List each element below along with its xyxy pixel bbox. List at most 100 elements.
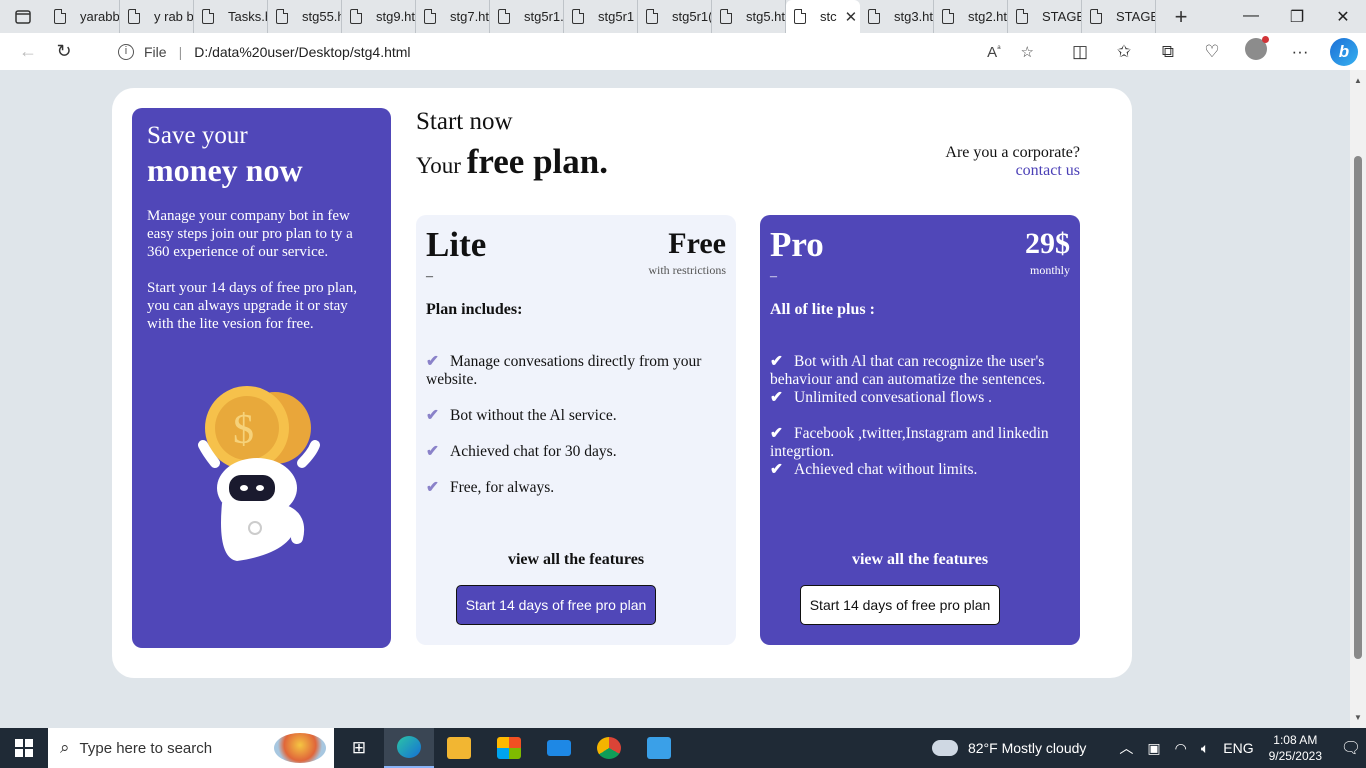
plan-includes-heading: All of lite plus : [770, 301, 875, 318]
search-highlight-image [274, 733, 326, 763]
chevron-up-icon[interactable]: ︿ [1119, 738, 1133, 758]
taskbar-search[interactable]: ⌕ Type here to search [48, 728, 334, 768]
plan-includes-heading: Plan includes: [426, 301, 523, 318]
weather-widget[interactable]: 82°F Mostly cloudy [931, 733, 1086, 756]
plan-divider: – [426, 269, 433, 284]
tab-label: STAGE [1116, 9, 1155, 24]
browser-tab[interactable]: STAGE [1082, 0, 1156, 33]
browser-tab[interactable]: stg5r1. [490, 0, 564, 33]
feature-text: Facebook ,twitter,Instagram and linkedin… [770, 425, 1049, 460]
browser-tab-active[interactable]: stc ✕ [786, 0, 860, 33]
browser-tab[interactable]: stg3.ht [860, 0, 934, 33]
close-window-button[interactable]: ✕ [1320, 7, 1366, 27]
chrome-icon[interactable] [584, 728, 634, 768]
tab-label: yarabb [80, 9, 119, 24]
browser-tab[interactable]: STAGE [1008, 0, 1082, 33]
headline-line2: Your free plan. [416, 142, 608, 182]
feature-item: ✔ Achieved chat without limits. [770, 461, 1070, 479]
browser-tab[interactable]: stg55.h [268, 0, 342, 33]
new-tab-button[interactable]: + [1166, 4, 1196, 30]
clock[interactable]: 1:08 AM 9/25/2023 [1269, 732, 1322, 764]
document-icon [646, 9, 658, 24]
browser-tab[interactable]: stg5r1( [638, 0, 712, 33]
refresh-icon[interactable]: ↻ [46, 41, 82, 62]
address-bar[interactable]: i File | D:/data%20user/Desktop/stg4.htm… [100, 37, 1048, 66]
tab-actions-icon[interactable] [0, 0, 46, 33]
microsoft-store-icon[interactable] [484, 728, 534, 768]
browser-essentials-icon[interactable]: ♡ [1190, 42, 1234, 62]
browser-tab[interactable]: stg5.ht [712, 0, 786, 33]
info-icon[interactable]: i [118, 43, 134, 60]
browser-tab[interactable]: Tasks.h [194, 0, 268, 33]
tab-label: stg3.ht [894, 9, 933, 24]
browser-tab[interactable]: yarabb [46, 0, 120, 33]
url-text[interactable]: D:/data%20user/Desktop/stg4.html [194, 44, 410, 60]
promo-heading-line2: money now [147, 152, 303, 188]
promo-paragraph-2: Start your 14 days of free pro plan, you… [147, 280, 357, 332]
pricing-card: Save your money now Manage your company … [112, 88, 1132, 678]
tab-label: y rab b [154, 9, 193, 24]
document-icon [1090, 9, 1102, 24]
plan-price-note: with restrictions [648, 263, 726, 277]
headline-prefix: Your [416, 153, 461, 178]
volume-icon[interactable]: 🔈︎ [1201, 740, 1209, 757]
wifi-icon[interactable]: ◠ [1175, 740, 1187, 757]
profile-avatar[interactable] [1234, 36, 1278, 65]
browser-tab[interactable]: stg2.ht [934, 0, 1008, 33]
file-explorer-icon[interactable] [434, 728, 484, 768]
promo-paragraph-1: Manage your company bot in few easy step… [147, 208, 353, 260]
contact-us-link[interactable]: contact us [945, 162, 1080, 180]
document-icon [276, 9, 288, 24]
feature-item: ✔ Unlimited convesational flows . [770, 389, 1070, 407]
settings-more-icon[interactable]: ··· [1278, 42, 1322, 62]
view-all-features-link[interactable]: view all the features [760, 551, 1080, 569]
feature-text: Bot with Al that can recognize the user'… [770, 353, 1046, 388]
favorite-star-icon[interactable]: ☆ [1021, 43, 1034, 61]
tab-label: stg7.ht [450, 9, 489, 24]
view-all-features-link[interactable]: view all the features [416, 551, 736, 569]
language-indicator[interactable]: ENG [1223, 740, 1253, 756]
split-screen-icon[interactable]: ◫ [1058, 42, 1102, 62]
vertical-scrollbar[interactable]: ▲ ▼ [1350, 70, 1366, 728]
plan-price: 29$ [1025, 227, 1070, 260]
tab-strip: yarabb y rab b Tasks.h stg55.h stg9.ht stg7.h… [0, 0, 1366, 33]
scrollbar-thumb[interactable] [1354, 156, 1362, 659]
document-icon [572, 9, 584, 24]
meet-now-icon[interactable]: ▣ [1147, 740, 1160, 757]
document-icon [1016, 9, 1028, 24]
scroll-up-icon[interactable]: ▲ [1354, 76, 1362, 85]
checkmark-icon: ✔ [426, 443, 439, 460]
paint-app-icon[interactable] [634, 728, 684, 768]
read-aloud-icon[interactable]: Aᵃ [987, 43, 1000, 61]
bing-copilot-icon[interactable]: b [1322, 37, 1366, 66]
tab-label: STAGE [1042, 9, 1081, 24]
browser-tab[interactable]: y rab b [120, 0, 194, 33]
back-icon[interactable]: ← [10, 41, 46, 62]
browser-tab[interactable]: stg9.ht [342, 0, 416, 33]
scroll-down-icon[interactable]: ▼ [1354, 713, 1362, 722]
favorites-icon[interactable]: ✩ [1102, 42, 1146, 62]
start-free-trial-button[interactable]: Start 14 days of free pro plan [800, 585, 1000, 625]
edge-browser-icon[interactable] [384, 728, 434, 768]
feature-item: ✔ Manage convesations directly from your … [426, 353, 726, 389]
collections-icon[interactable]: ⧉ [1146, 42, 1190, 62]
start-free-trial-button[interactable]: Start 14 days of free pro plan [456, 585, 656, 625]
windows-taskbar: ⌕ Type here to search ⊞ 82°F Mostly clou… [0, 728, 1366, 768]
svg-text:$: $ [233, 407, 254, 453]
tab-label: stg2.ht [968, 9, 1007, 24]
notifications-icon[interactable]: 🗨︎ [1336, 738, 1366, 758]
corporate-question: Are you a corporate? [945, 144, 1080, 161]
close-tab-icon[interactable]: ✕ [845, 8, 858, 26]
restore-button[interactable]: ❐ [1274, 7, 1320, 27]
feature-item: ✔ Bot with Al that can recognize the user… [770, 353, 1070, 389]
mail-icon[interactable] [534, 728, 584, 768]
checkmark-icon: ✔ [770, 425, 783, 442]
plan-feature-list: ✔ Manage convesations directly from your … [426, 353, 726, 515]
browser-tab[interactable]: stg7.ht [416, 0, 490, 33]
start-button[interactable] [0, 728, 48, 768]
search-placeholder: Type here to search [79, 739, 213, 757]
browser-tab[interactable]: stg5r1 [564, 0, 638, 33]
feature-item: ✔ Facebook ,twitter,Instagram and linkedi… [770, 425, 1070, 461]
minimize-button[interactable]: — [1228, 7, 1274, 27]
task-view-icon[interactable]: ⊞ [334, 728, 384, 768]
